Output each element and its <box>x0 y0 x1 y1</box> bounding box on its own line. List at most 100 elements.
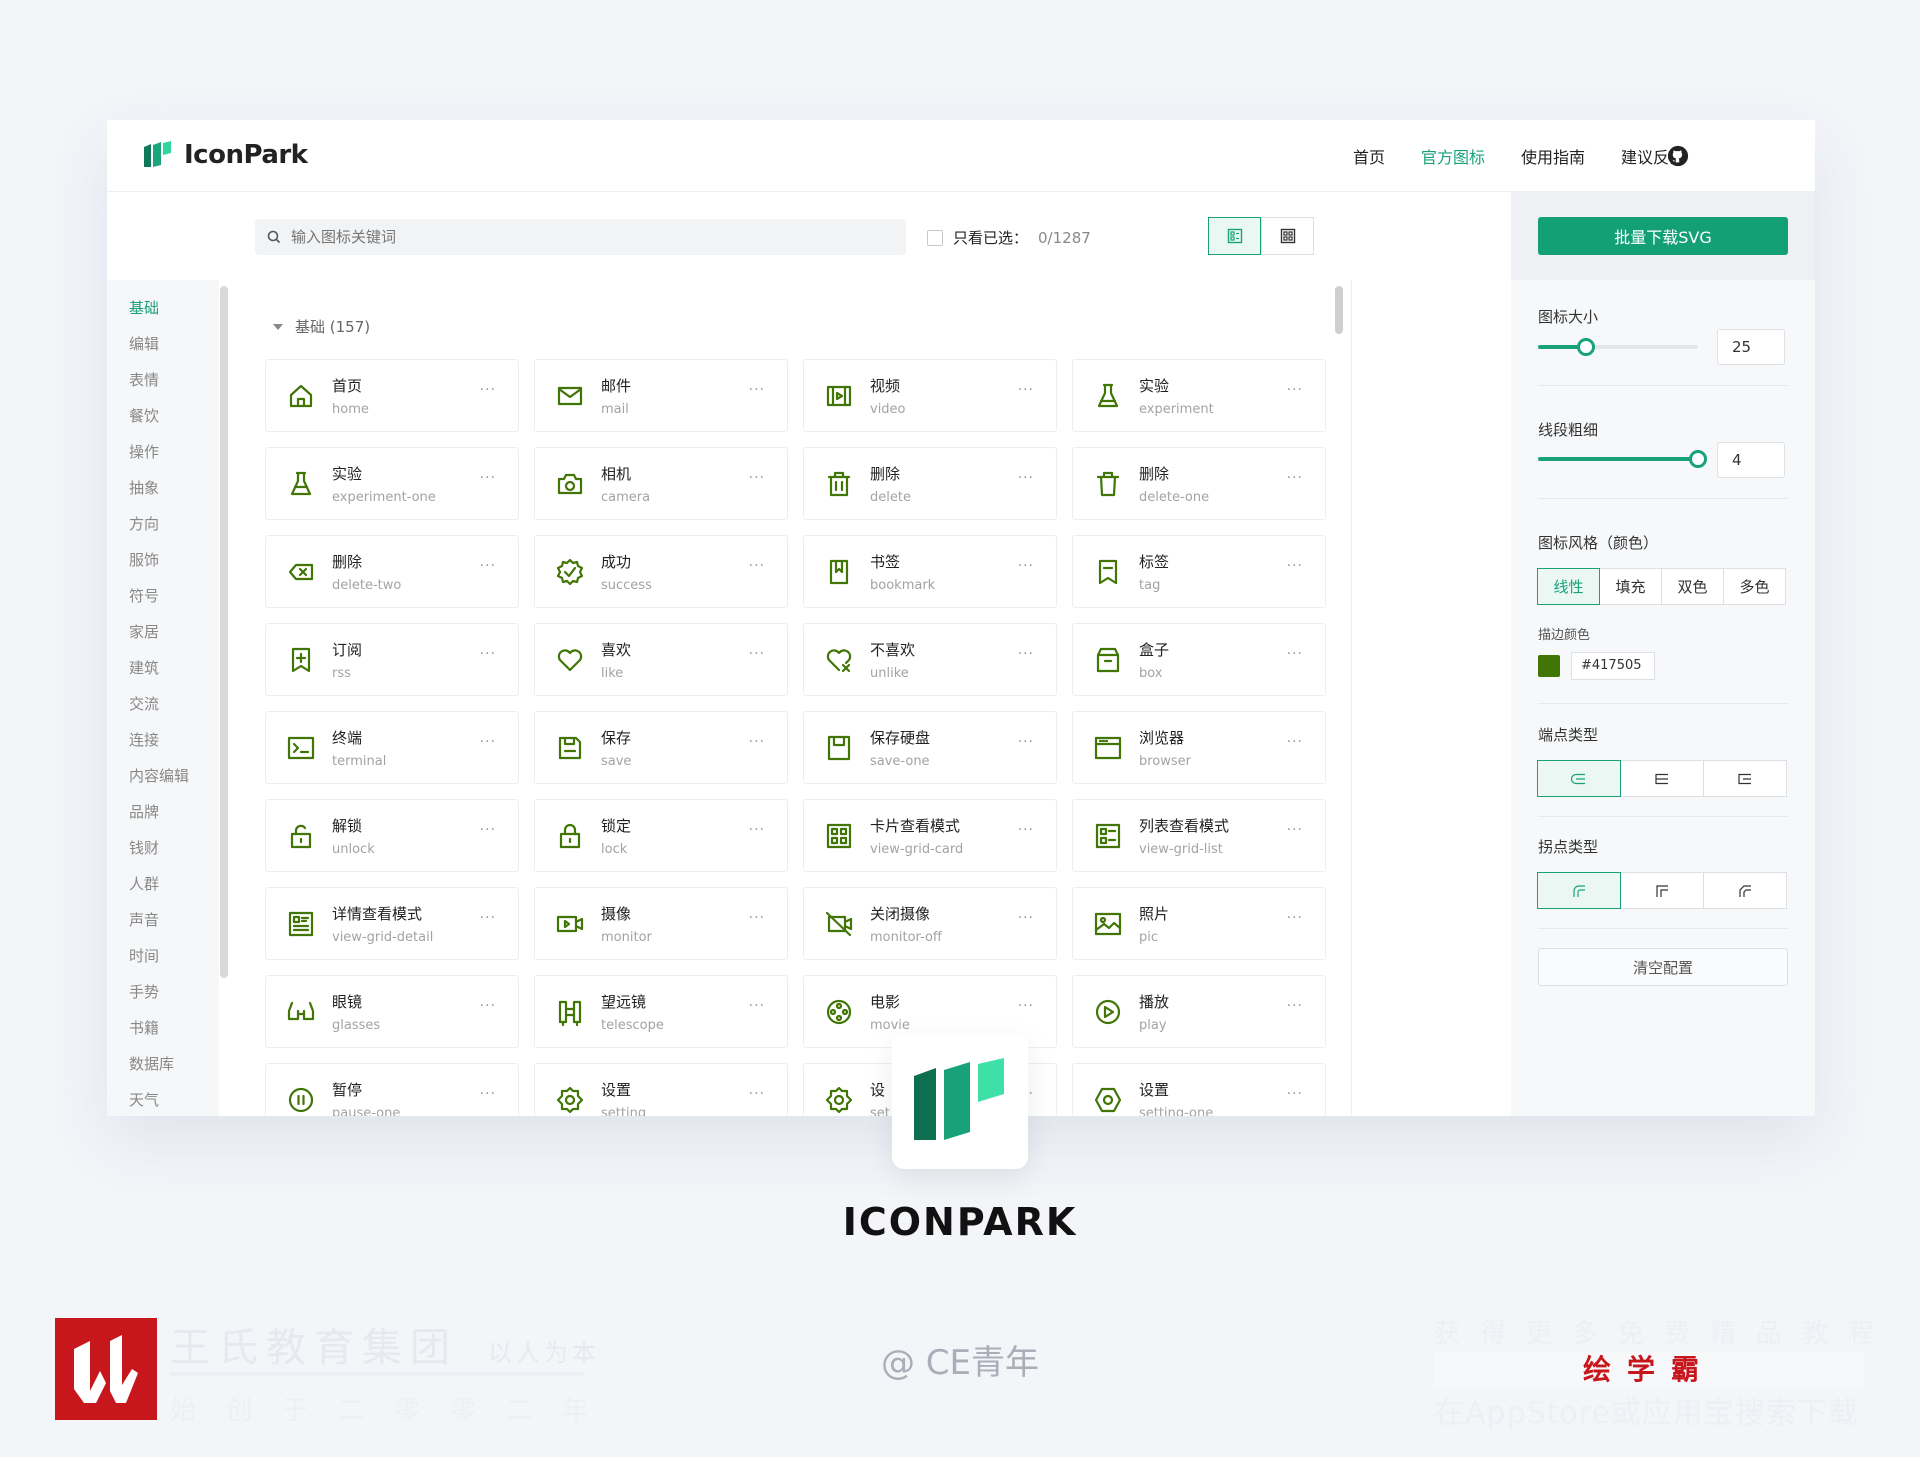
stroke-color-swatch[interactable] <box>1538 655 1560 677</box>
more-options-icon[interactable]: ··· <box>480 558 496 574</box>
reset-config-button[interactable]: 清空配置 <box>1538 948 1788 986</box>
more-options-icon[interactable]: ··· <box>749 558 765 574</box>
icon-card-experiment[interactable]: 实验 experiment ··· <box>1072 359 1326 432</box>
more-options-icon[interactable]: ··· <box>480 1086 496 1102</box>
icon-card-camera[interactable]: 相机 camera ··· <box>534 447 788 520</box>
sidebar-item[interactable]: 书籍 <box>107 1010 219 1046</box>
style-filled-option[interactable]: 填充 <box>1599 568 1662 605</box>
more-options-icon[interactable]: ··· <box>1287 910 1303 926</box>
more-options-icon[interactable]: ··· <box>749 382 765 398</box>
more-options-icon[interactable]: ··· <box>480 998 496 1014</box>
sidebar-item[interactable]: 服饰 <box>107 542 219 578</box>
style-two-tone-option[interactable]: 双色 <box>1661 568 1724 605</box>
icon-card-mail[interactable]: 邮件 mail ··· <box>534 359 788 432</box>
icon-card-box[interactable]: 盒子 box ··· <box>1072 623 1326 696</box>
icon-card-view-grid-card[interactable]: 卡片查看模式 view-grid-card ··· <box>803 799 1057 872</box>
icon-card-terminal[interactable]: 终端 terminal ··· <box>265 711 519 784</box>
sidebar-item[interactable]: 连接 <box>107 722 219 758</box>
more-options-icon[interactable]: ··· <box>1287 734 1303 750</box>
more-options-icon[interactable]: ··· <box>480 910 496 926</box>
more-options-icon[interactable]: ··· <box>1018 470 1034 486</box>
icon-card-success[interactable]: 成功 success ··· <box>534 535 788 608</box>
only-selected-filter[interactable]: 只看已选： 0/1287 <box>927 227 1091 248</box>
icon-card-glasses[interactable]: 眼镜 glasses ··· <box>265 975 519 1048</box>
grid-view-button[interactable] <box>1261 217 1314 255</box>
sidebar-item[interactable]: 编辑 <box>107 326 219 362</box>
icon-card-delete-one[interactable]: 删除 delete-one ··· <box>1072 447 1326 520</box>
more-options-icon[interactable]: ··· <box>1018 646 1034 662</box>
sidebar-item[interactable]: 人群 <box>107 866 219 902</box>
sidebar-item[interactable]: 建筑 <box>107 650 219 686</box>
more-options-icon[interactable]: ··· <box>1287 470 1303 486</box>
linecap-butt-option[interactable] <box>1620 760 1704 797</box>
icon-card-telescope[interactable]: 望远镜 telescope ··· <box>534 975 788 1048</box>
linejoin-bevel-option[interactable] <box>1703 872 1787 909</box>
icon-card-bookmark[interactable]: 书签 bookmark ··· <box>803 535 1057 608</box>
more-options-icon[interactable]: ··· <box>1287 646 1303 662</box>
more-options-icon[interactable]: ··· <box>749 646 765 662</box>
iconpark-logo[interactable]: IconPark <box>142 140 308 170</box>
icon-card-setting-one[interactable]: 设置 setting-one ··· <box>1072 1063 1326 1116</box>
linejoin-round-option[interactable] <box>1537 872 1621 909</box>
icon-card-browser[interactable]: 浏览器 browser ··· <box>1072 711 1326 784</box>
size-input[interactable]: 25 <box>1717 329 1785 365</box>
batch-download-button[interactable]: 批量下载SVG <box>1538 217 1788 255</box>
sidebar-item[interactable]: 抽象 <box>107 470 219 506</box>
more-options-icon[interactable]: ··· <box>1018 998 1034 1014</box>
stroke-slider-knob[interactable] <box>1689 450 1707 468</box>
more-options-icon[interactable]: ··· <box>1018 382 1034 398</box>
sidebar-item[interactable]: 品牌 <box>107 794 219 830</box>
icon-card-rss[interactable]: 订阅 rss ··· <box>265 623 519 696</box>
icon-card-monitor[interactable]: 摄像 monitor ··· <box>534 887 788 960</box>
linecap-round-option[interactable] <box>1537 760 1621 797</box>
more-options-icon[interactable]: ··· <box>480 646 496 662</box>
sidebar-item[interactable]: 钱财 <box>107 830 219 866</box>
style-outline-option[interactable]: 线性 <box>1537 568 1600 605</box>
sidebar-item[interactable]: 家居 <box>107 614 219 650</box>
nav-guide[interactable]: 使用指南 <box>1521 144 1585 168</box>
stroke-color-input[interactable]: #417505 <box>1571 652 1655 680</box>
icon-card-unlike[interactable]: 不喜欢 unlike ··· <box>803 623 1057 696</box>
sidebar-item[interactable]: 基础 <box>107 290 219 326</box>
sidebar-scrollbar[interactable] <box>220 286 228 978</box>
sidebar-item[interactable]: 手势 <box>107 974 219 1010</box>
nav-official-icons[interactable]: 官方图标 <box>1421 144 1485 168</box>
more-options-icon[interactable]: ··· <box>480 382 496 398</box>
more-options-icon[interactable]: ··· <box>1287 822 1303 838</box>
search-input[interactable] <box>291 228 851 246</box>
icon-card-view-grid-list[interactable]: 列表查看模式 view-grid-list ··· <box>1072 799 1326 872</box>
style-multi-color-option[interactable]: 多色 <box>1723 568 1786 605</box>
sidebar-item[interactable]: 交流 <box>107 686 219 722</box>
sidebar-item[interactable]: 表情 <box>107 362 219 398</box>
sidebar-item[interactable]: 天气 <box>107 1082 219 1116</box>
icon-card-pause-one[interactable]: 暂停 pause-one ··· <box>265 1063 519 1116</box>
more-options-icon[interactable]: ··· <box>480 734 496 750</box>
more-options-icon[interactable]: ··· <box>749 734 765 750</box>
icon-card-pic[interactable]: 照片 pic ··· <box>1072 887 1326 960</box>
icon-card-play[interactable]: 播放 play ··· <box>1072 975 1326 1048</box>
more-options-icon[interactable]: ··· <box>1018 910 1034 926</box>
stroke-width-slider[interactable] <box>1538 450 1707 468</box>
list-view-button[interactable] <box>1208 217 1261 255</box>
icon-card-experiment-one[interactable]: 实验 experiment-one ··· <box>265 447 519 520</box>
sidebar-item[interactable]: 符号 <box>107 578 219 614</box>
linejoin-miter-option[interactable] <box>1620 872 1704 909</box>
more-options-icon[interactable]: ··· <box>1018 734 1034 750</box>
sidebar-item[interactable]: 时间 <box>107 938 219 974</box>
github-icon[interactable] <box>1667 145 1689 167</box>
more-options-icon[interactable]: ··· <box>749 998 765 1014</box>
linecap-square-option[interactable] <box>1703 760 1787 797</box>
icon-card-video[interactable]: 视频 video ··· <box>803 359 1057 432</box>
icon-card-like[interactable]: 喜欢 like ··· <box>534 623 788 696</box>
more-options-icon[interactable]: ··· <box>480 822 496 838</box>
sidebar-item[interactable]: 操作 <box>107 434 219 470</box>
sidebar-item[interactable]: 餐饮 <box>107 398 219 434</box>
sidebar-item[interactable]: 数据库 <box>107 1046 219 1082</box>
icon-card-setting[interactable]: 设置 setting ··· <box>534 1063 788 1116</box>
icon-card-monitor-off[interactable]: 关闭摄像 monitor-off ··· <box>803 887 1057 960</box>
more-options-icon[interactable]: ··· <box>749 470 765 486</box>
icon-card-save[interactable]: 保存 save ··· <box>534 711 788 784</box>
more-options-icon[interactable]: ··· <box>1287 558 1303 574</box>
more-options-icon[interactable]: ··· <box>749 822 765 838</box>
section-header[interactable]: 基础 (157) <box>273 316 370 337</box>
